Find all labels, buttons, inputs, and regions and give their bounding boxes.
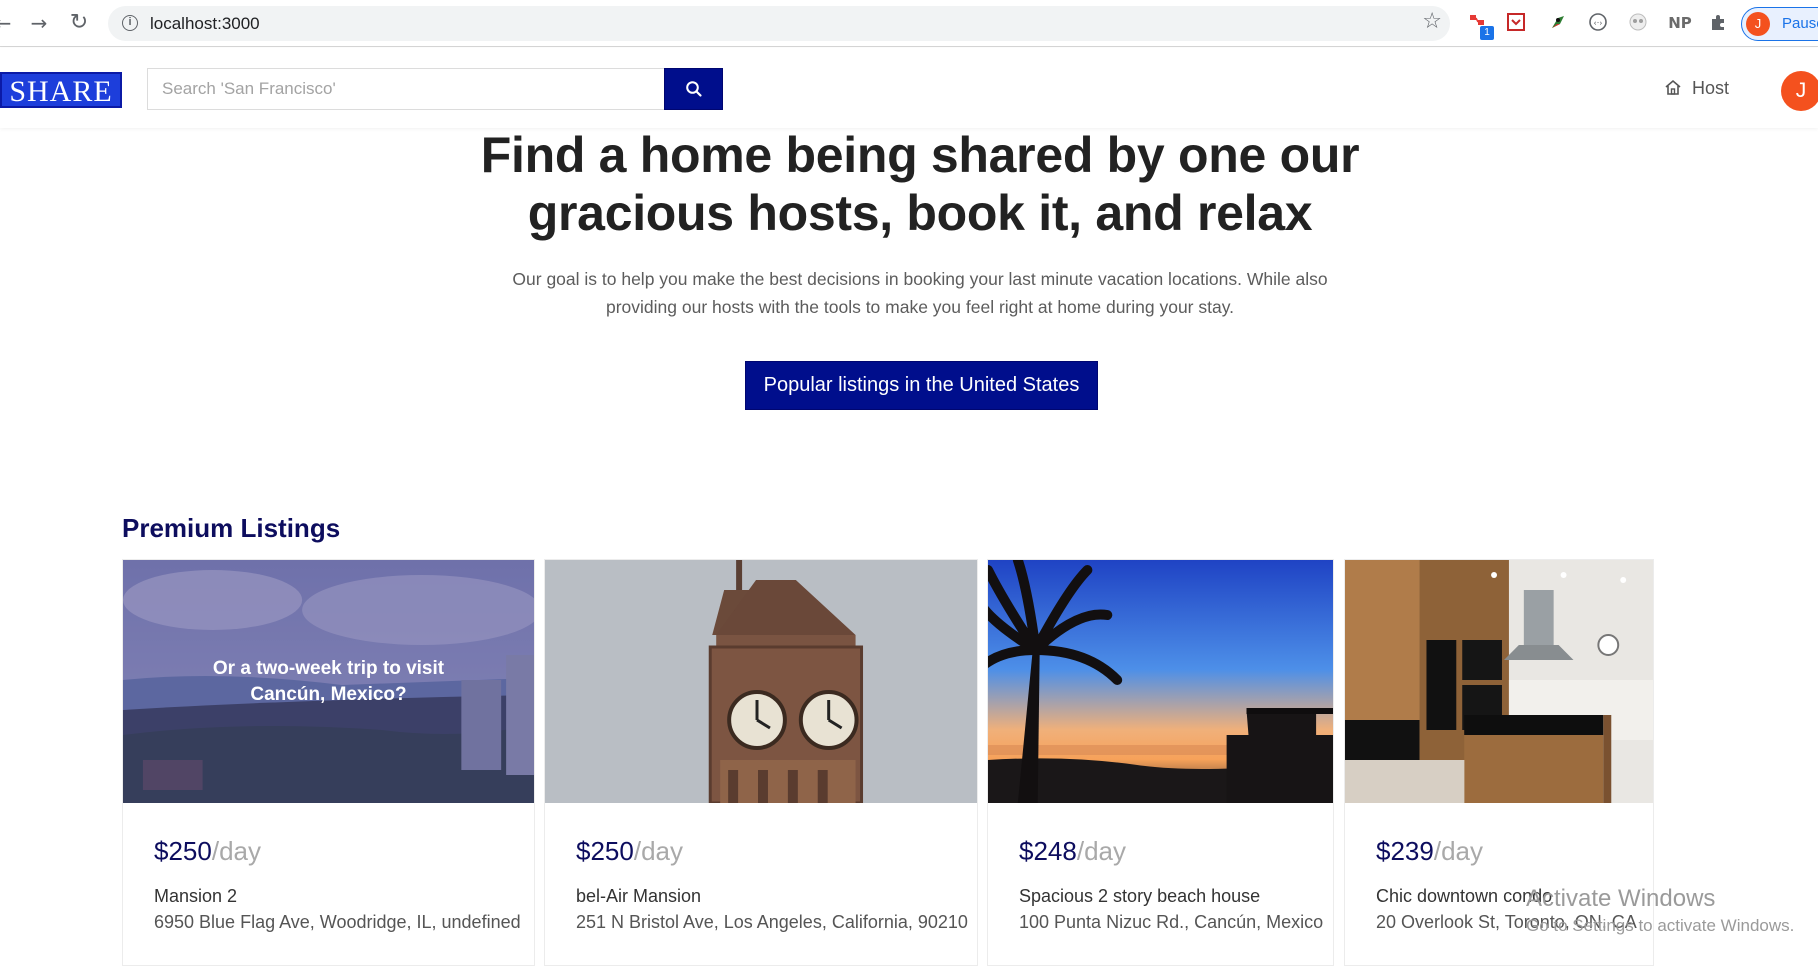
listing-address: 6950 Blue Flag Ave, Woodridge, IL, undef… bbox=[154, 912, 521, 932]
listing-image bbox=[988, 560, 1333, 803]
listing-price: $250/day bbox=[576, 836, 683, 867]
search-button[interactable] bbox=[664, 68, 723, 110]
hero-description-line1: Our goal is to help you make the best de… bbox=[512, 269, 1328, 289]
listing-image bbox=[1345, 560, 1653, 803]
user-avatar[interactable]: J bbox=[1781, 71, 1818, 111]
hero-title: Find a home being shared by one our grac… bbox=[420, 126, 1420, 242]
activate-windows-watermark: Activate Windows Go to Settings to activ… bbox=[1526, 884, 1794, 938]
forward-icon[interactable]: → bbox=[26, 10, 52, 36]
app-header: SHARE Host J bbox=[0, 48, 1818, 128]
price-unit: /day bbox=[633, 836, 683, 866]
price-value: $250 bbox=[576, 836, 634, 866]
extension-owl-icon[interactable] bbox=[1627, 12, 1649, 34]
listing-card[interactable]: Or a two-week trip to visit Cancún, Mexi… bbox=[122, 559, 535, 966]
hero-description-line2: providing our hosts with the tools to ma… bbox=[605, 297, 1235, 317]
price-unit: /day bbox=[211, 836, 261, 866]
popular-listings-button[interactable]: Popular listings in the United States bbox=[745, 361, 1098, 410]
watermark-title: Activate Windows bbox=[1526, 885, 1716, 912]
address-url: localhost:3000 bbox=[150, 14, 260, 33]
listing-card[interactable]: $250/day bel-Air Mansion 251 N Bristol A… bbox=[544, 559, 978, 966]
host-link[interactable]: Host bbox=[1664, 78, 1729, 99]
price-value: $250 bbox=[154, 836, 212, 866]
extension-code-icon[interactable]: ‹·› bbox=[1587, 12, 1609, 34]
host-label: Host bbox=[1692, 78, 1730, 98]
listing-name: Spacious 2 story beach house bbox=[1019, 886, 1261, 906]
profile-label: Pause bbox=[1782, 15, 1818, 32]
share-logo[interactable]: SHARE bbox=[0, 72, 122, 108]
price-unit: /day bbox=[1433, 836, 1483, 866]
listing-name: Mansion 2 bbox=[154, 886, 238, 906]
price-value: $248 bbox=[1019, 836, 1077, 866]
profile-button[interactable]: J Pause bbox=[1741, 7, 1818, 41]
search-bar bbox=[147, 68, 723, 110]
premium-listings-title: Premium Listings bbox=[122, 513, 341, 543]
hero-title-line1: Find a home being shared by one our bbox=[480, 127, 1360, 183]
listing-overlay-caption: Or a two-week trip to visit Cancún, Mexi… bbox=[123, 656, 534, 708]
bookmark-star-icon[interactable]: ☆ bbox=[1422, 9, 1442, 34]
svg-text:‹·›: ‹·› bbox=[1594, 19, 1603, 28]
extension-badge: 1 bbox=[1480, 26, 1494, 40]
browser-toolbar: ← → ↻ i localhost:3000 ☆ 1 ‹·› NP J Paus… bbox=[0, 0, 1818, 47]
listing-card[interactable]: $248/day Spacious 2 story beach house 10… bbox=[987, 559, 1334, 966]
price-unit: /day bbox=[1076, 836, 1126, 866]
listing-name: bel-Air Mansion bbox=[576, 886, 702, 906]
hero-description: Our goal is to help you make the best de… bbox=[480, 265, 1360, 321]
listing-price: $239/day bbox=[1376, 836, 1483, 867]
hero-title-line2: gracious hosts, book it, and relax bbox=[527, 185, 1313, 241]
watermark-subtitle: Go to Settings to activate Windows. bbox=[1526, 916, 1795, 935]
address-bar[interactable]: i localhost:3000 ☆ bbox=[108, 6, 1450, 41]
reload-icon[interactable]: ↻ bbox=[66, 10, 92, 36]
overlay-line1: Or a two-week trip to visit bbox=[212, 658, 445, 679]
extension-pocket-icon[interactable] bbox=[1505, 12, 1527, 34]
listing-address: 251 N Bristol Ave, Los Angeles, Californ… bbox=[576, 912, 968, 932]
extension-colorpick-icon[interactable] bbox=[1547, 12, 1569, 34]
listing-address: 100 Punta Nizuc Rd., Cancún, Mexico bbox=[1019, 912, 1324, 932]
search-icon bbox=[686, 81, 702, 97]
overlay-line2: Cancún, Mexico? bbox=[250, 684, 407, 705]
np-icon[interactable]: NP bbox=[1667, 12, 1693, 34]
listing-image bbox=[545, 560, 977, 803]
site-info-icon[interactable]: i bbox=[122, 15, 138, 31]
price-value: $239 bbox=[1376, 836, 1434, 866]
listing-image: Or a two-week trip to visit Cancún, Mexi… bbox=[123, 560, 534, 803]
listing-price: $250/day bbox=[154, 836, 261, 867]
profile-avatar: J bbox=[1746, 12, 1770, 36]
listing-price: $248/day bbox=[1019, 836, 1126, 867]
extensions-puzzle-icon[interactable] bbox=[1707, 12, 1729, 34]
back-icon[interactable]: ← bbox=[0, 10, 16, 36]
search-input[interactable] bbox=[148, 69, 664, 109]
home-icon bbox=[1665, 79, 1681, 95]
